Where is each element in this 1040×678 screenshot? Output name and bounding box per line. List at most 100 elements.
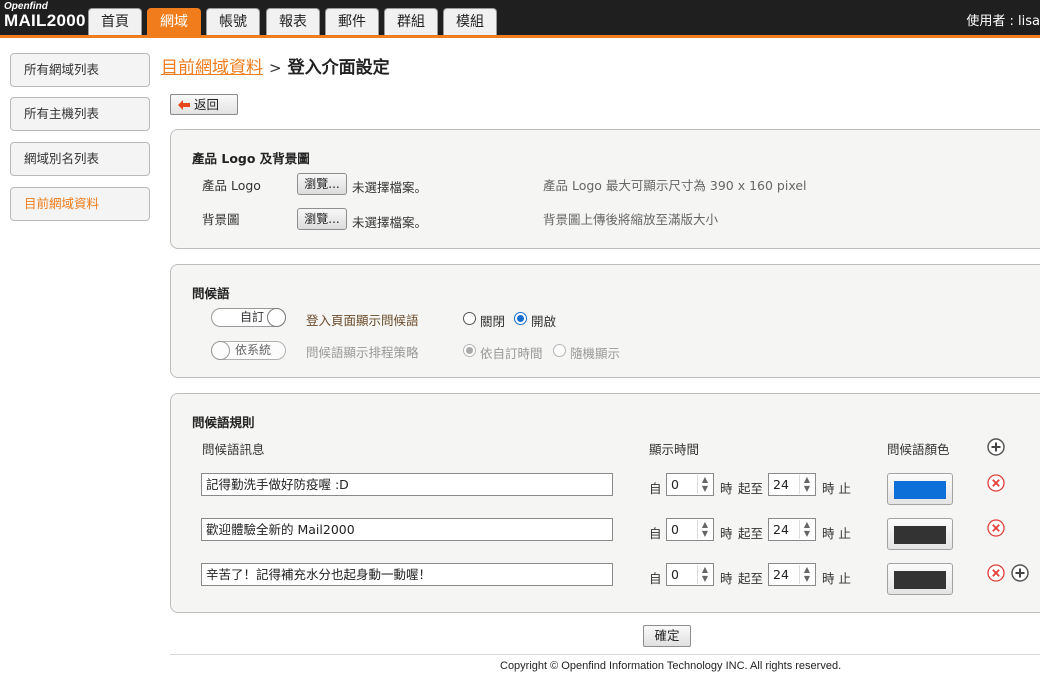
hour-label: 時: [720, 481, 733, 496]
tab-module[interactable]: 模組: [443, 8, 497, 35]
end-label: 時 止: [822, 571, 851, 586]
rule-message-input-3[interactable]: 辛苦了！記得補充水分也起身動一動喔！: [201, 563, 613, 586]
background-browse-button[interactable]: 瀏覽...: [297, 208, 347, 230]
schedule-strategy-label: 問候語顯示排程策略: [306, 345, 419, 360]
user-label: 使用者 : lisa: [966, 14, 1040, 29]
stepper-arrows-icon[interactable]: ▲ ▼: [697, 565, 712, 584]
tab-report[interactable]: 報表: [266, 8, 320, 35]
sidebar-item-current-domain[interactable]: 目前網域資料: [10, 187, 150, 221]
to-label: 起至: [738, 571, 764, 586]
from-label: 自: [649, 481, 662, 496]
rule-message-input-2[interactable]: 歡迎體驗全新的 Mail2000: [201, 518, 613, 541]
custom-toggle-label: 自訂: [240, 310, 265, 324]
stop-hour-stepper-1[interactable]: 24 ▲ ▼: [768, 473, 816, 496]
rules-section-title: 問候語規則: [192, 415, 255, 430]
logo-section-title: 產品 Logo 及背景圖: [192, 151, 310, 166]
copyright-text: Copyright © Openfind Information Technol…: [500, 660, 842, 672]
custom-greeting-toggle[interactable]: 自訂: [211, 308, 286, 327]
custom-time-label: 依自訂時間: [480, 346, 543, 361]
back-button[interactable]: 返回: [170, 94, 238, 115]
sidebar-item-domain-aliases[interactable]: 網域別名列表: [10, 142, 150, 176]
stepper-arrows-icon[interactable]: ▲ ▼: [799, 565, 814, 584]
greeting-on-radio[interactable]: [514, 312, 527, 325]
remove-rule-icon[interactable]: [987, 564, 1005, 582]
logo-file-status: 未選擇檔案。: [352, 180, 428, 195]
greeting-off-label: 關閉: [480, 314, 506, 329]
random-display-radio[interactable]: [553, 344, 566, 357]
top-bar: Openfind MAIL2000 首頁 網域 帳號 報表 郵件 群組 模組 使…: [0, 0, 1040, 35]
page-title: 登入介面設定: [287, 58, 390, 78]
remove-rule-icon[interactable]: [987, 474, 1005, 492]
stop-hour-value: 24: [773, 567, 789, 582]
col-message-header: 問候語訊息: [202, 442, 265, 457]
logo-big-text: MAIL2000: [4, 11, 86, 30]
greeting-section-title: 問候語: [192, 286, 230, 301]
tab-home[interactable]: 首頁: [88, 8, 142, 35]
background-scale-hint: 背景圖上傳後將縮放至滿版大小: [543, 212, 719, 227]
topbar-accent-line: [0, 35, 1040, 38]
greeting-rules-panel: 問候語規則 問候語訊息 顯示時間 問候語顏色 記得勤洗手做好防疫喔 :D 自 0…: [170, 393, 1040, 613]
start-hour-value: 0: [671, 567, 679, 582]
end-label: 時 止: [822, 481, 851, 496]
system-schedule-toggle[interactable]: 依系統: [211, 341, 286, 360]
show-greeting-label: 登入頁面顯示問候語: [306, 313, 419, 328]
color-swatch: [894, 481, 946, 499]
start-hour-value: 0: [671, 522, 679, 537]
breadcrumb-parent-link[interactable]: 目前網域資料: [161, 58, 263, 78]
to-label: 起至: [738, 526, 764, 541]
logo-background-panel: 產品 Logo 及背景圖 產品 Logo 瀏覽... 未選擇檔案。 產品 Log…: [170, 129, 1040, 249]
custom-time-radio[interactable]: [463, 344, 476, 357]
stepper-arrows-icon[interactable]: ▲ ▼: [799, 475, 814, 494]
tab-account[interactable]: 帳號: [206, 8, 260, 35]
background-label: 背景圖: [202, 212, 240, 227]
color-picker-3[interactable]: [887, 563, 953, 595]
toggle-knob: [267, 308, 286, 327]
tab-group[interactable]: 群組: [384, 8, 438, 35]
start-hour-stepper-1[interactable]: 0 ▲ ▼: [666, 473, 714, 496]
logo-label: 產品 Logo: [202, 178, 261, 193]
background-file-status: 未選擇檔案。: [352, 215, 428, 230]
tab-domain[interactable]: 網域: [147, 8, 201, 35]
stepper-arrows-icon[interactable]: ▲ ▼: [697, 520, 712, 539]
start-hour-stepper-2[interactable]: 0 ▲ ▼: [666, 518, 714, 541]
hour-label: 時: [720, 526, 733, 541]
arrow-left-icon: [178, 100, 190, 110]
hour-label: 時: [720, 571, 733, 586]
greeting-off-radio[interactable]: [463, 312, 476, 325]
tab-mail[interactable]: 郵件: [325, 8, 379, 35]
system-toggle-label: 依系統: [235, 343, 272, 357]
stop-hour-stepper-2[interactable]: 24 ▲ ▼: [768, 518, 816, 541]
col-color-header: 問候語顏色: [887, 442, 950, 457]
sidebar-item-all-domains[interactable]: 所有網域列表: [10, 53, 150, 87]
stepper-arrows-icon[interactable]: ▲ ▼: [697, 475, 712, 494]
add-rule-icon[interactable]: [1011, 564, 1029, 582]
rule-message-input-1[interactable]: 記得勤洗手做好防疫喔 :D: [201, 473, 613, 496]
back-button-label: 返回: [194, 97, 220, 112]
random-display-label: 隨機顯示: [570, 346, 621, 361]
footer-divider: [170, 654, 1040, 655]
stop-hour-stepper-3[interactable]: 24 ▲ ▼: [768, 563, 816, 586]
breadcrumb-separator: >: [269, 59, 282, 77]
to-label: 起至: [738, 481, 764, 496]
remove-rule-icon[interactable]: [987, 519, 1005, 537]
breadcrumb: 目前網域資料 > 登入介面設定: [161, 53, 390, 78]
start-hour-value: 0: [671, 477, 679, 492]
stop-hour-value: 24: [773, 477, 789, 492]
logo-browse-button[interactable]: 瀏覽...: [297, 173, 347, 195]
add-rule-icon[interactable]: [987, 438, 1005, 456]
start-hour-stepper-3[interactable]: 0 ▲ ▼: [666, 563, 714, 586]
color-swatch: [894, 526, 946, 544]
color-picker-1[interactable]: [887, 473, 953, 505]
col-time-header: 顯示時間: [649, 442, 700, 457]
end-label: 時 止: [822, 526, 851, 541]
color-picker-2[interactable]: [887, 518, 953, 550]
stepper-arrows-icon[interactable]: ▲ ▼: [799, 520, 814, 539]
from-label: 自: [649, 526, 662, 541]
app-logo[interactable]: Openfind MAIL2000: [4, 2, 86, 30]
confirm-button[interactable]: 確定: [643, 625, 691, 647]
sidebar-item-all-hosts[interactable]: 所有主機列表: [10, 97, 150, 131]
toggle-knob: [211, 341, 230, 360]
greeting-panel: 問候語 自訂 登入頁面顯示問候語 關閉 開啟 依系統 問候語顯示排程策略 依自訂…: [170, 264, 1040, 378]
greeting-on-label: 開啟: [531, 314, 557, 329]
color-swatch: [894, 571, 946, 589]
